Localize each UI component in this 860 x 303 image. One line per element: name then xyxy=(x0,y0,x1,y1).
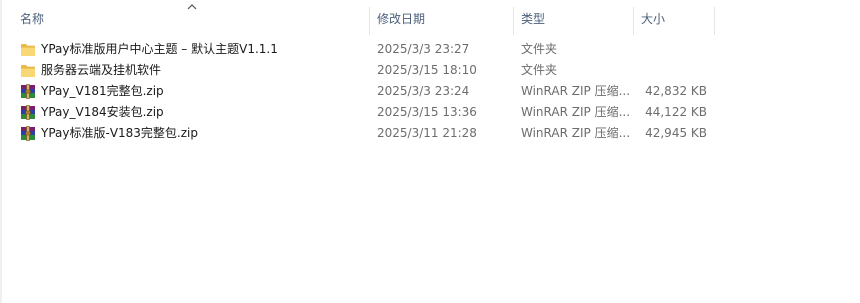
file-row[interactable]: YPay标准版-V183完整包.zip 2025/3/11 21:28 WinR… xyxy=(0,123,860,144)
file-date-modified: 2025/3/15 18:10 xyxy=(377,63,477,77)
column-header-name[interactable]: 名称 xyxy=(20,0,366,37)
file-row[interactable]: YPay_V181完整包.zip 2025/3/3 23:24 WinRAR Z… xyxy=(0,81,860,102)
file-row[interactable]: 服务器云端及挂机软件 2025/3/15 18:10 文件夹 xyxy=(0,60,860,81)
file-type: WinRAR ZIP 压缩... xyxy=(521,126,631,140)
file-size: 42,832 KB xyxy=(645,84,707,98)
column-header-row: 名称 修改日期 类型 大小 xyxy=(0,0,860,37)
file-name: YPay标准版用户中心主题 – 默认主题V1.1.1 xyxy=(41,42,278,56)
column-header-size[interactable]: 大小 xyxy=(641,0,713,37)
column-divider[interactable] xyxy=(633,7,634,35)
file-type: 文件夹 xyxy=(521,63,558,77)
column-divider[interactable] xyxy=(369,7,370,35)
file-name: 服务器云端及挂机软件 xyxy=(41,63,162,77)
file-size: 44,122 KB xyxy=(645,105,707,119)
column-header-type[interactable]: 类型 xyxy=(521,0,629,37)
folder-icon xyxy=(21,44,35,56)
file-type: WinRAR ZIP 压缩... xyxy=(521,84,631,98)
winrar-archive-icon xyxy=(21,126,35,141)
file-date-modified: 2025/3/3 23:24 xyxy=(377,84,470,98)
file-name: YPay标准版-V183完整包.zip xyxy=(41,126,198,140)
folder-icon xyxy=(21,65,35,77)
file-name: YPay_V181完整包.zip xyxy=(41,84,164,98)
file-explorer-details-view: 名称 修改日期 类型 大小 YPay标准版用户中心主题 – 默认主题V1.1.1… xyxy=(0,0,860,303)
winrar-archive-icon xyxy=(21,105,35,120)
file-row[interactable]: YPay_V184安装包.zip 2025/3/15 13:36 WinRAR … xyxy=(0,102,860,123)
file-date-modified: 2025/3/11 21:28 xyxy=(377,126,477,140)
column-divider[interactable] xyxy=(714,7,715,35)
file-size: 42,945 KB xyxy=(645,126,707,140)
file-date-modified: 2025/3/15 13:36 xyxy=(377,105,477,119)
file-type: 文件夹 xyxy=(521,42,558,56)
column-header-date-modified[interactable]: 修改日期 xyxy=(377,0,509,37)
file-date-modified: 2025/3/3 23:27 xyxy=(377,42,470,56)
file-type: WinRAR ZIP 压缩... xyxy=(521,105,631,119)
winrar-archive-icon xyxy=(21,84,35,99)
file-name: YPay_V184安装包.zip xyxy=(41,105,164,119)
column-divider[interactable] xyxy=(513,7,514,35)
file-row[interactable]: YPay标准版用户中心主题 – 默认主题V1.1.1 2025/3/3 23:2… xyxy=(0,39,860,60)
